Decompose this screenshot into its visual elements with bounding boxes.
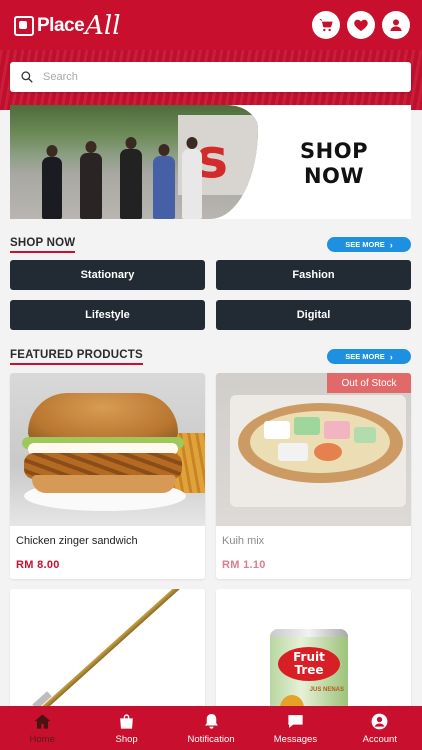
category-button-stationary[interactable]: Stationary — [10, 260, 205, 290]
featured-see-more-button[interactable]: SEE MORE › — [327, 349, 411, 364]
logo-script: All — [85, 11, 121, 41]
home-icon — [34, 713, 51, 729]
banner-photo: s — [10, 105, 258, 219]
header-actions — [312, 11, 410, 39]
see-more-label: SEE MORE — [345, 240, 385, 249]
logo-mark-icon — [14, 16, 34, 36]
shop-now-title: SHOP NOW — [10, 237, 76, 253]
bottom-navigation: Home Shop Notification Messages Account — [0, 706, 422, 750]
nav-home[interactable]: Home — [0, 706, 84, 750]
search-input[interactable] — [43, 71, 383, 83]
banner-person — [153, 144, 175, 219]
category-button-fashion[interactable]: Fashion — [216, 260, 411, 290]
logo-word: Place — [37, 15, 85, 36]
product-card[interactable] — [10, 589, 205, 719]
heart-icon[interactable] — [347, 11, 375, 39]
nav-messages[interactable]: Messages — [253, 706, 337, 750]
nav-notification-label: Notification — [187, 733, 235, 745]
nav-shop-label: Shop — [115, 733, 138, 745]
nav-account[interactable]: Account — [338, 706, 422, 750]
cart-icon[interactable] — [312, 11, 340, 39]
shopping-bag-icon — [120, 713, 133, 729]
banner-person — [42, 145, 62, 219]
nav-shop[interactable]: Shop — [84, 706, 168, 750]
search-icon — [21, 71, 33, 83]
product-image: Fruit Tree JUS NENAS — [216, 589, 411, 719]
see-more-label: SEE MORE — [345, 352, 385, 361]
user-icon[interactable] — [382, 11, 410, 39]
can-subtitle: JUS NENAS — [309, 687, 344, 693]
banner-headline-line2: NOW — [303, 164, 365, 188]
product-image — [216, 373, 411, 526]
product-image — [10, 589, 205, 719]
shop-now-see-more-button[interactable]: SEE MORE › — [327, 237, 411, 252]
banner-person — [80, 141, 102, 219]
account-icon — [371, 713, 388, 729]
product-name: Kuih mix — [222, 535, 265, 547]
product-price: RM 8.00 — [16, 559, 60, 571]
promo-banner[interactable]: s SHOP NOW — [10, 105, 411, 219]
search-bar[interactable] — [10, 62, 411, 92]
product-price: RM 1.10 — [222, 559, 266, 571]
product-card[interactable]: Chicken zinger sandwich RM 8.00 — [10, 373, 205, 579]
nav-home-label: Home — [29, 733, 55, 745]
nav-account-label: Account — [362, 733, 397, 745]
category-button-lifestyle[interactable]: Lifestyle — [10, 300, 205, 330]
banner-headline-line1: SHOP — [300, 139, 368, 163]
out-of-stock-badge: Out of Stock — [327, 373, 411, 393]
app-logo[interactable]: Place All — [14, 8, 121, 44]
category-button-digital[interactable]: Digital — [216, 300, 411, 330]
nav-messages-label: Messages — [273, 733, 318, 745]
chevron-right-icon: › — [389, 239, 393, 250]
featured-products-title: FEATURED PRODUCTS — [10, 349, 143, 365]
banner-headline: SHOP NOW — [284, 139, 384, 189]
product-image — [10, 373, 205, 526]
banner-person — [182, 137, 202, 219]
bell-icon — [204, 713, 218, 729]
chat-icon — [288, 714, 303, 728]
header: Place All — [0, 0, 422, 110]
chevron-right-icon: › — [389, 351, 393, 362]
product-card[interactable]: Fruit Tree JUS NENAS — [216, 589, 411, 719]
app-screen: Place All s — [0, 0, 422, 750]
banner-person — [120, 137, 142, 219]
product-card[interactable]: Out of Stock Kuih mix RM 1.10 — [216, 373, 411, 579]
nav-notification[interactable]: Notification — [169, 706, 253, 750]
product-name: Chicken zinger sandwich — [16, 535, 138, 547]
can-brand-line2: Tree — [294, 663, 324, 677]
